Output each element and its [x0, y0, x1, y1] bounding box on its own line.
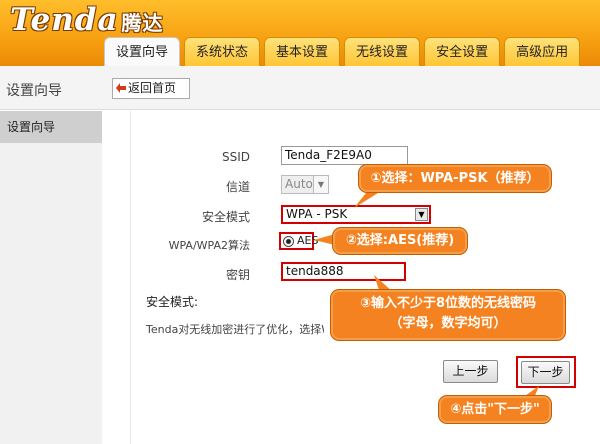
return-home-label: 返回首页 [128, 81, 177, 95]
callout-step-2: ②选择:AES(推荐) [333, 228, 467, 254]
next-step-button[interactable]: 下一步 [521, 361, 570, 384]
callout-step-1: ①选择：WPA-PSK（推荐） [359, 165, 551, 192]
tab-setup-wizard[interactable]: 设置向导 [104, 37, 181, 66]
tab-basic-settings[interactable]: 基本设置 [264, 37, 341, 66]
ssid-input[interactable]: Tenda_F2E9A0 [281, 146, 408, 165]
callout-step-3: ③输入不少于8位数的无线密码 （字母，数字均可） [331, 290, 565, 340]
tab-system-status[interactable]: 系统状态 [184, 37, 261, 66]
header-bar: Tenda 腾达 设置向导 系统状态 基本设置 无线设置 安全设置 高级应用 [0, 0, 600, 66]
aes-radio-option[interactable]: AES [279, 232, 318, 250]
sub-header: 设置向导 返回首页 [0, 66, 600, 110]
back-arrow-icon [116, 83, 126, 93]
sidebar-item-setup-wizard[interactable]: 设置向导 [0, 111, 102, 143]
section-title: 设置向导 [6, 83, 62, 99]
security-mode-label: 安全模式 [201, 210, 250, 224]
security-mode-value: WPA - PSK [286, 207, 348, 221]
channel-value: Auto [285, 177, 313, 191]
chevron-down-icon: ▼ [415, 208, 428, 221]
previous-step-button[interactable]: 上一步 [443, 360, 498, 383]
key-label: 密钥 [225, 268, 250, 282]
callout-step-3-line2: （字母，数字均可） [389, 316, 507, 331]
sidebar: 设置向导 [0, 111, 102, 444]
callout-step-4: ④点击"下一步" [439, 396, 551, 423]
return-home-button[interactable]: 返回首页 [112, 78, 190, 99]
tab-advanced[interactable]: 高级应用 [504, 37, 581, 66]
channel-select[interactable]: Auto ▼ [281, 175, 329, 194]
chevron-down-icon: ▼ [313, 176, 328, 193]
tenda-logo: Tenda 腾达 [10, 2, 164, 38]
security-mode-description: Tenda对无线加密进行了优化，选择WPA [146, 323, 324, 336]
radio-selected-icon [283, 236, 294, 247]
tab-security-settings[interactable]: 安全设置 [424, 37, 501, 66]
tab-wireless-settings[interactable]: 无线设置 [344, 37, 421, 66]
security-mode-heading: 安全模式: [146, 295, 199, 309]
main-tabs: 设置向导 系统状态 基本设置 无线设置 安全设置 高级应用 [104, 37, 584, 66]
callout-step-3-line1: ③输入不少于8位数的无线密码 [359, 296, 537, 311]
channel-label: 信道 [225, 180, 250, 194]
cipher-label: WPA/WPA2算法 [168, 239, 250, 252]
ssid-label: SSID [221, 150, 250, 164]
